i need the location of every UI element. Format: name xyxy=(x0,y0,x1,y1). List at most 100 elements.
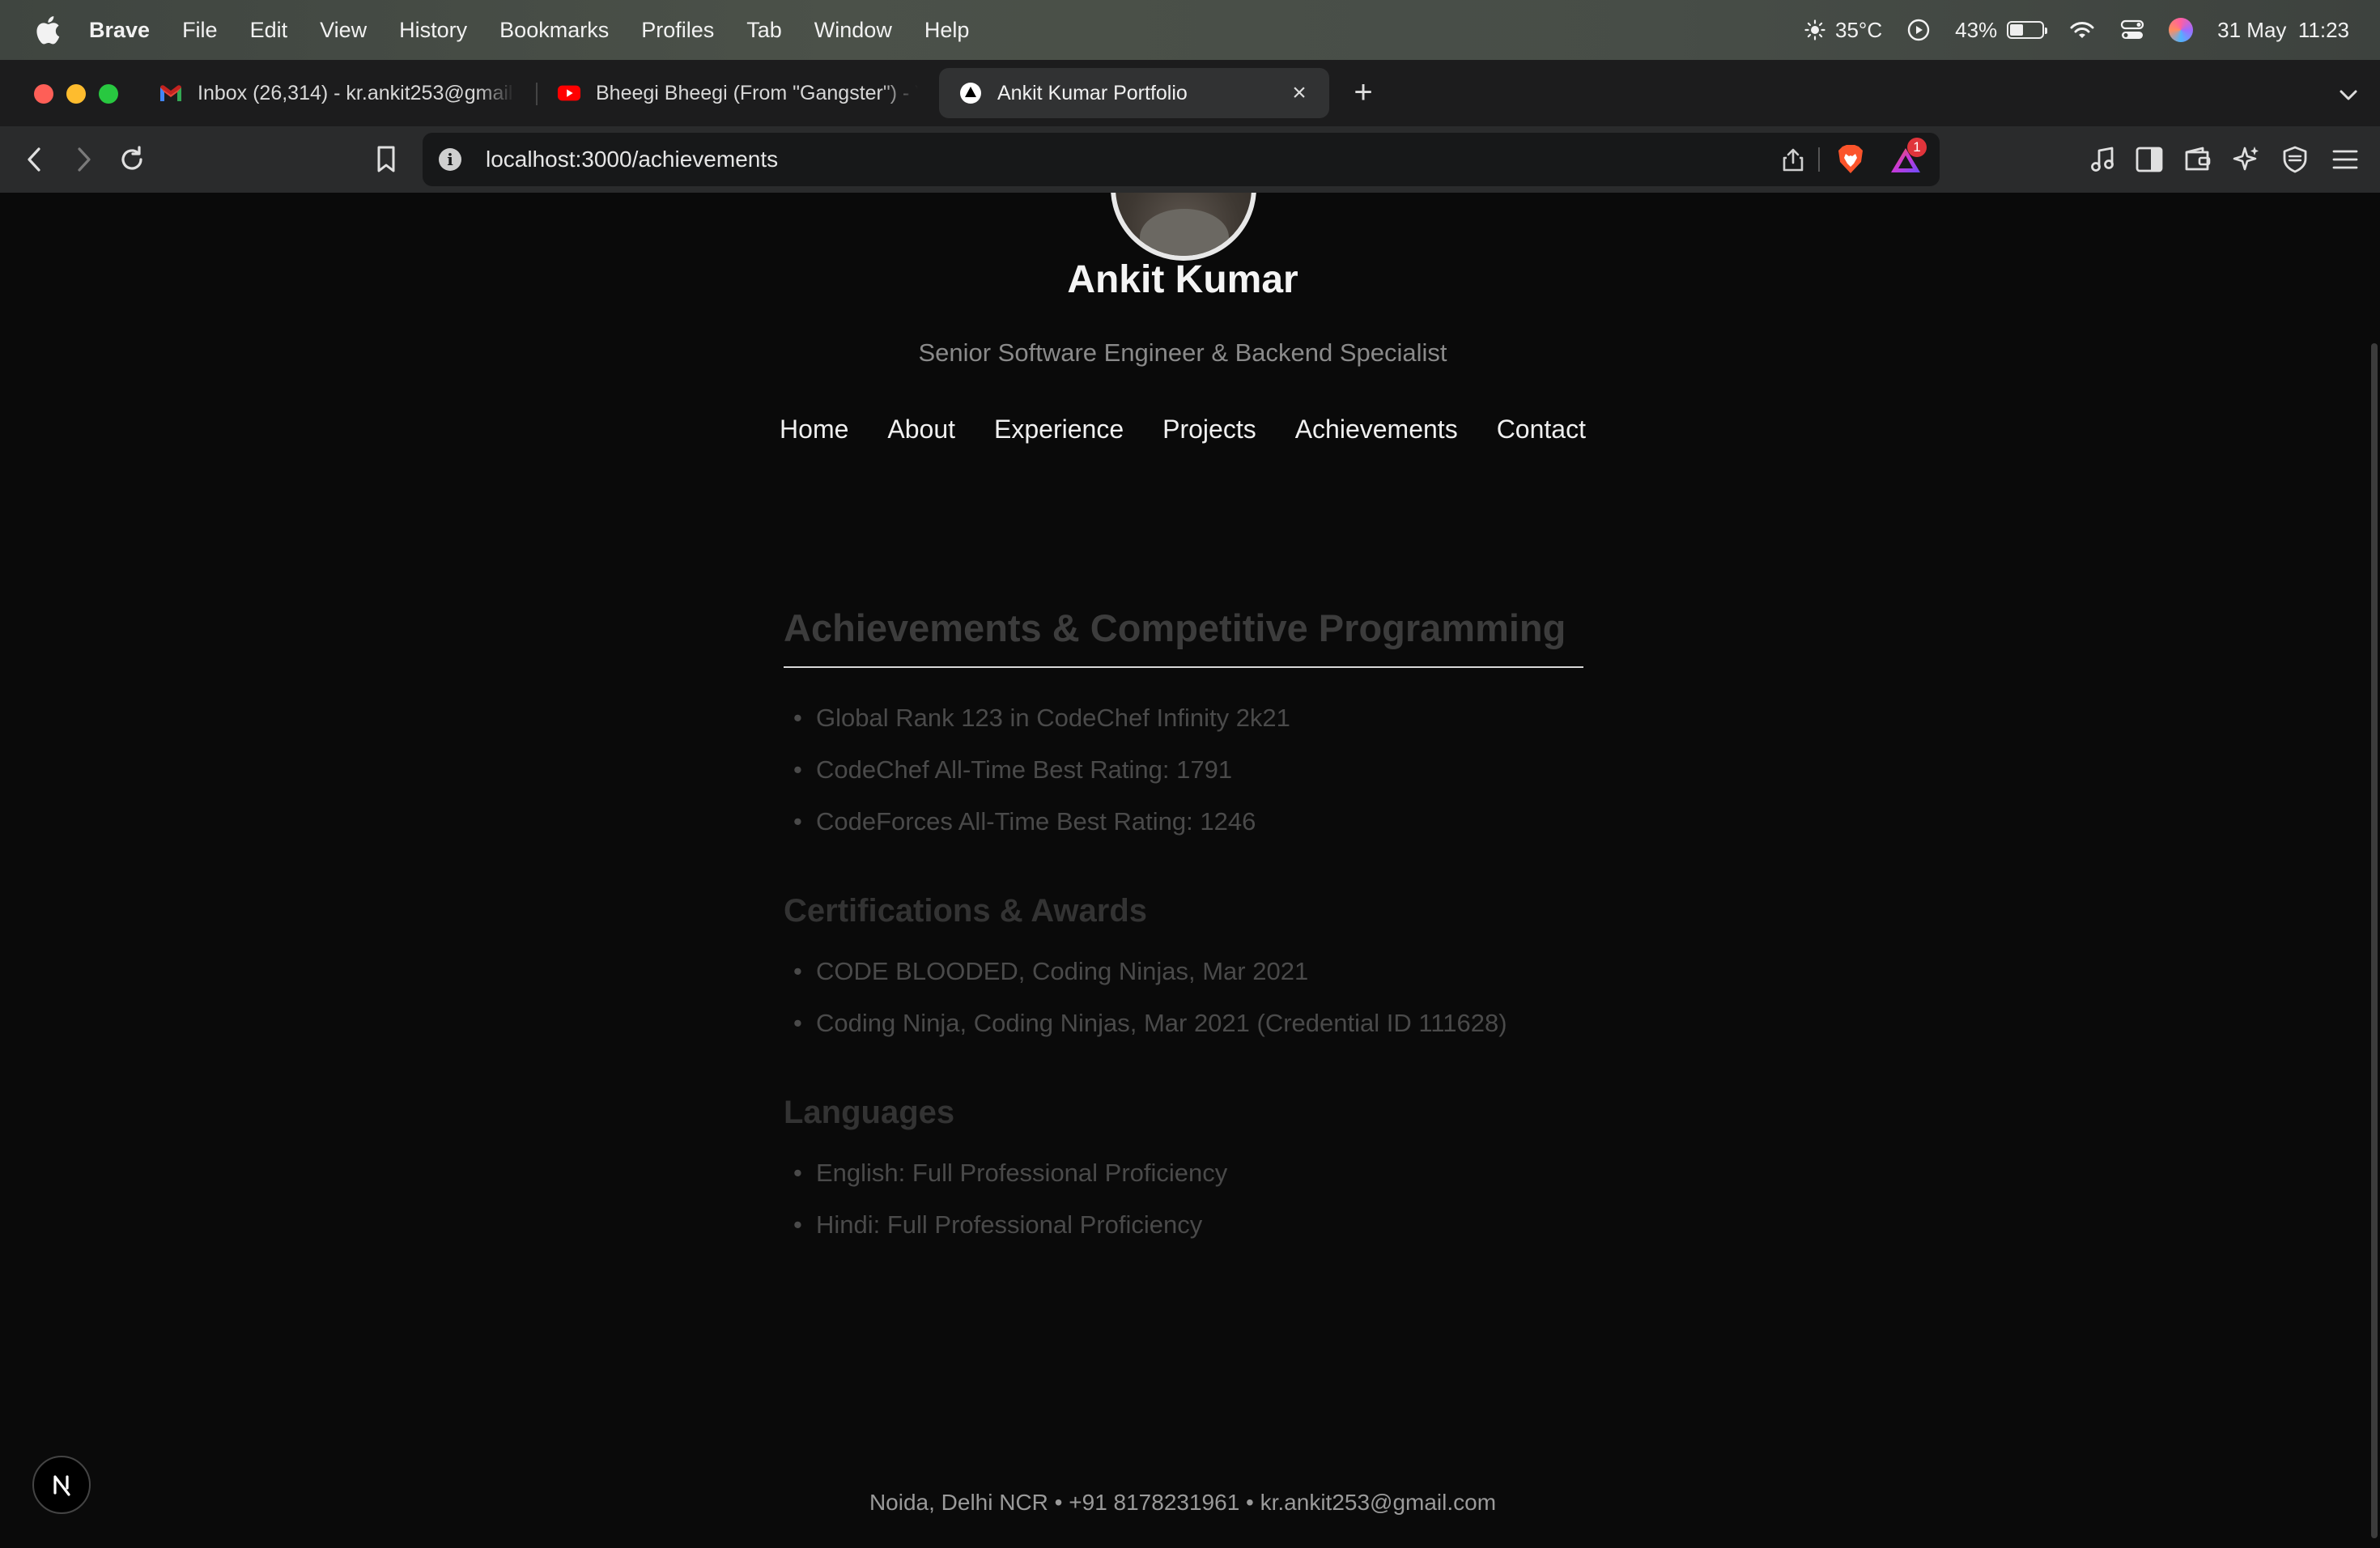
control-center-icon[interactable] xyxy=(2120,19,2144,40)
menu-tab[interactable]: Tab xyxy=(746,18,782,43)
sidebar-icon xyxy=(2136,147,2163,172)
wifi-icon[interactable] xyxy=(2068,19,2096,40)
bookmark-icon xyxy=(377,146,395,172)
nextjs-logo-icon xyxy=(53,1475,70,1496)
share-icon[interactable] xyxy=(1781,147,1805,172)
scrollbar-thumb[interactable] xyxy=(2371,343,2378,1538)
gmail-icon xyxy=(159,81,183,105)
wallet-button[interactable] xyxy=(2181,142,2215,176)
profile-name: Ankit Kumar xyxy=(1067,258,1298,301)
urlbar-divider xyxy=(1818,147,1820,172)
menu-profiles[interactable]: Profiles xyxy=(641,18,714,43)
list-item: English: Full Professional Proficiency xyxy=(784,1147,1583,1199)
battery-icon xyxy=(2007,21,2048,39)
address-bar[interactable]: i localhost:3000/achievements 1 xyxy=(423,133,1940,186)
menu-file[interactable]: File xyxy=(182,18,218,43)
tab-separator xyxy=(536,83,538,105)
list-item: CodeChef All-Time Best Rating: 1791 xyxy=(784,744,1583,796)
nav-projects[interactable]: Projects xyxy=(1162,415,1256,444)
weather-widget[interactable]: 35°C xyxy=(1804,18,1882,43)
menu-edit[interactable]: Edit xyxy=(250,18,288,43)
bookmark-button[interactable] xyxy=(369,142,403,176)
menu-clock[interactable]: 31 May 11:23 xyxy=(2217,18,2349,43)
site-navigation: Home About Experience Projects Achieveme… xyxy=(0,415,2365,444)
music-note-icon xyxy=(2091,147,2114,172)
reload-icon xyxy=(121,146,142,170)
sparkle-icon xyxy=(2233,147,2259,171)
weather-temperature: 35°C xyxy=(1835,17,1883,42)
close-tab-icon[interactable]: × xyxy=(1287,81,1311,105)
certifications-list: CODE BLOODED, Coding Ninjas, Mar 2021 Co… xyxy=(784,946,1583,1049)
tab-youtube-video[interactable]: Bheegi Bheegi (From "Gangster") - YouTub… xyxy=(557,68,918,118)
menu-view[interactable]: View xyxy=(320,18,367,43)
menu-history[interactable]: History xyxy=(399,18,467,43)
shield-icon xyxy=(2283,146,2307,173)
tab-gmail-inbox[interactable]: Inbox (26,314) - kr.ankit253@gmail.com xyxy=(159,68,515,118)
macos-menu-bar: Brave File Edit View History Bookmarks P… xyxy=(0,0,2380,60)
page-footer: Noida, Delhi NCR • +91 8178231961 • kr.a… xyxy=(869,1490,1497,1515)
certifications-heading: Certifications & Awards xyxy=(784,893,1148,929)
chevron-right-icon xyxy=(78,147,91,172)
main-menu-button[interactable] xyxy=(2328,142,2362,176)
vpn-button[interactable] xyxy=(2278,142,2312,176)
leo-ai-button[interactable] xyxy=(2229,142,2263,176)
sun-icon xyxy=(1804,19,1825,40)
site-info-icon[interactable]: i xyxy=(439,148,461,171)
nav-contact[interactable]: Contact xyxy=(1497,415,1586,444)
apple-logo-icon[interactable] xyxy=(32,14,62,46)
media-button[interactable] xyxy=(2085,142,2119,176)
list-item: CODE BLOODED, Coding Ninjas, Mar 2021 xyxy=(784,946,1583,997)
list-item: CodeForces All-Time Best Rating: 1246 xyxy=(784,796,1583,848)
section-heading: Achievements & Competitive Programming xyxy=(784,606,1583,668)
battery-widget[interactable]: 43% xyxy=(1955,17,2048,43)
chevron-left-icon xyxy=(28,147,40,172)
list-item: Coding Ninja, Coding Ninjas, Mar 2021 (C… xyxy=(784,997,1583,1049)
browser-toolbar: i localhost:3000/achievements 1 xyxy=(0,126,2380,193)
nav-about[interactable]: About xyxy=(887,415,955,444)
window-minimize-button[interactable] xyxy=(66,84,86,104)
rewards-badge: 1 xyxy=(1907,138,1927,157)
list-item: Hindi: Full Professional Proficiency xyxy=(784,1199,1583,1251)
tab-strip: Inbox (26,314) - kr.ankit253@gmail.com B… xyxy=(0,60,2380,126)
now-playing-icon[interactable] xyxy=(1906,18,1931,42)
page-viewport: Ankit Kumar Senior Software Engineer & B… xyxy=(0,193,2380,1548)
list-item: Global Rank 123 in CodeChef Infinity 2k2… xyxy=(784,692,1583,744)
menu-help[interactable]: Help xyxy=(924,18,970,43)
back-button[interactable] xyxy=(18,142,52,176)
browser-window-chrome: Inbox (26,314) - kr.ankit253@gmail.com B… xyxy=(0,60,2380,193)
tab-title: Bheegi Bheegi (From "Gangster") - YouTub… xyxy=(596,81,918,104)
menu-window[interactable]: Window xyxy=(814,18,892,43)
profile-subtitle: Senior Software Engineer & Backend Speci… xyxy=(918,338,1447,367)
battery-percent: 43% xyxy=(1955,17,1998,42)
achievements-list: Global Rank 123 in CodeChef Infinity 2k2… xyxy=(784,692,1583,848)
siri-icon[interactable] xyxy=(2169,18,2194,42)
sidebar-toggle-button[interactable] xyxy=(2132,142,2166,176)
status-area: 35°C 43% 31 May 11:23 xyxy=(1804,0,2349,60)
page-scrollbar[interactable] xyxy=(2369,193,2380,1548)
forward-button[interactable] xyxy=(66,142,100,176)
new-tab-button[interactable]: + xyxy=(1347,76,1379,110)
languages-heading: Languages xyxy=(784,1095,955,1130)
menu-bookmarks[interactable]: Bookmarks xyxy=(499,18,609,43)
nav-experience[interactable]: Experience xyxy=(994,415,1124,444)
nav-achievements[interactable]: Achievements xyxy=(1295,415,1458,444)
vercel-triangle-icon xyxy=(958,81,983,105)
hamburger-menu-icon xyxy=(2332,150,2358,169)
profile-avatar xyxy=(1111,193,1256,261)
reload-button[interactable] xyxy=(115,142,149,176)
window-close-button[interactable] xyxy=(34,84,53,104)
window-zoom-button[interactable] xyxy=(99,84,118,104)
url-text[interactable]: localhost:3000/achievements xyxy=(486,133,778,186)
tab-title: Ankit Kumar Portfolio xyxy=(997,81,1188,104)
wallet-icon xyxy=(2185,147,2211,171)
tab-search-chevron-icon[interactable] xyxy=(2336,83,2361,107)
tab-portfolio-active[interactable]: Ankit Kumar Portfolio × xyxy=(939,68,1329,118)
languages-list: English: Full Professional Proficiency H… xyxy=(784,1147,1583,1251)
achievements-section: Achievements & Competitive Programming G… xyxy=(784,606,1583,1251)
tab-title: Inbox (26,314) - kr.ankit253@gmail.com xyxy=(198,81,515,104)
menu-app-name[interactable]: Brave xyxy=(89,18,150,43)
nextjs-dev-indicator-button[interactable] xyxy=(32,1456,91,1514)
youtube-icon xyxy=(557,81,581,105)
nav-home[interactable]: Home xyxy=(780,415,848,444)
brave-shields-icon[interactable] xyxy=(1836,144,1865,175)
